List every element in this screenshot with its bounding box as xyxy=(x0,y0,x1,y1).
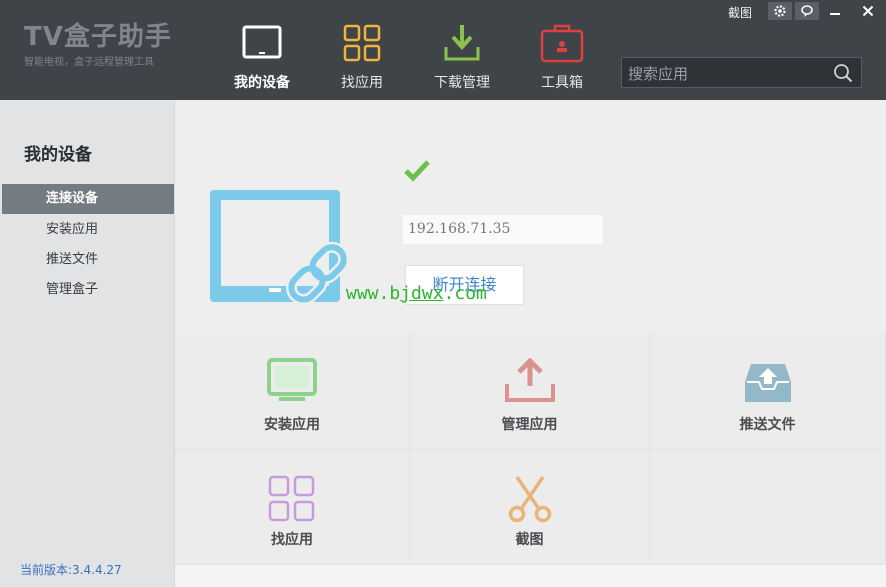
action-screenshot[interactable]: 截图 xyxy=(410,450,650,565)
minimize-icon xyxy=(830,13,840,15)
sidebar: 我的设备 连接设备 安装应用 推送文件 管理盒子 当前版本:3.4.4.27 xyxy=(0,100,175,587)
tv-icon xyxy=(220,22,304,64)
title-bar: TV盒子助手 智能电视，盒子远程管理工具 我的设备 找应用 下载管理 工具箱 搜… xyxy=(0,0,886,100)
search-icon[interactable] xyxy=(833,63,853,83)
sidebar-item-push-file[interactable]: 推送文件 xyxy=(2,245,174,275)
scissors-icon xyxy=(508,476,551,523)
watermark-part: jdwx xyxy=(400,283,444,304)
feedback-button[interactable] xyxy=(795,2,819,20)
toolbox-icon xyxy=(520,22,604,64)
watermark-text: www.bjdwx.com xyxy=(346,283,487,304)
bottom-strip xyxy=(175,565,886,587)
logo-title: TV盒子助手 xyxy=(24,22,172,52)
nav-find-apps[interactable]: 找应用 xyxy=(320,22,404,92)
upload-icon xyxy=(504,358,555,402)
action-label: 管理应用 xyxy=(501,417,558,433)
nav-my-devices[interactable]: 我的设备 xyxy=(220,22,304,92)
close-button[interactable] xyxy=(856,2,880,20)
gear-icon xyxy=(774,5,786,17)
main-content: 192.168.71.35 断开连接 www.bjdwx.com 安装应用 管理… xyxy=(175,100,886,587)
action-find-apps[interactable]: 找应用 xyxy=(175,450,410,565)
version-label: 当前版本:3.4.4.27 xyxy=(20,563,122,577)
app-logo: TV盒子助手 智能电视，盒子远程管理工具 xyxy=(24,22,172,70)
minimize-button[interactable] xyxy=(823,2,847,20)
action-grid: 安装应用 管理应用 推送文件 找应用 截图 xyxy=(175,333,886,587)
sidebar-item-manage-box[interactable]: 管理盒子 xyxy=(2,275,174,305)
connected-device-icon xyxy=(210,190,350,306)
action-label: 截图 xyxy=(515,532,544,548)
chat-bubble-icon xyxy=(801,5,813,17)
nav-label: 找应用 xyxy=(341,75,383,91)
search-box[interactable] xyxy=(621,57,862,89)
action-manage-apps[interactable]: 管理应用 xyxy=(410,333,650,450)
action-label: 推送文件 xyxy=(739,417,796,433)
check-icon xyxy=(404,160,430,182)
close-icon xyxy=(862,5,874,17)
action-install-app[interactable]: 安装应用 xyxy=(175,333,410,450)
nav-label: 工具箱 xyxy=(541,75,583,91)
logo-subtitle: 智能电视，盒子远程管理工具 xyxy=(24,57,154,68)
ip-address-field: 192.168.71.35 xyxy=(403,215,603,244)
action-label: 安装应用 xyxy=(264,417,320,433)
nav-label: 我的设备 xyxy=(234,75,290,91)
action-empty-slot xyxy=(650,450,886,565)
settings-button[interactable] xyxy=(768,2,792,20)
grid-icon xyxy=(268,475,315,522)
nav-toolbox[interactable]: 工具箱 xyxy=(520,22,604,92)
action-label: 找应用 xyxy=(271,532,313,548)
sidebar-item-connect-device[interactable]: 连接设备 xyxy=(2,184,174,214)
device-panel: 192.168.71.35 断开连接 www.bjdwx.com xyxy=(175,100,886,333)
grid-apps-icon xyxy=(320,22,404,64)
nav-label: 下载管理 xyxy=(434,75,490,91)
sidebar-item-install-app[interactable]: 安装应用 xyxy=(2,215,174,245)
screenshot-link[interactable]: 截图 xyxy=(728,4,752,21)
sidebar-title: 我的设备 xyxy=(24,145,92,165)
download-icon xyxy=(420,22,504,64)
watermark-part: .com xyxy=(443,283,487,304)
inbox-upload-icon xyxy=(744,364,791,402)
nav-download-manager[interactable]: 下载管理 xyxy=(420,22,504,92)
watermark-part: www.b xyxy=(346,283,401,304)
search-input[interactable] xyxy=(622,58,830,89)
action-push-file[interactable]: 推送文件 xyxy=(650,333,886,450)
monitor-icon xyxy=(267,358,317,401)
